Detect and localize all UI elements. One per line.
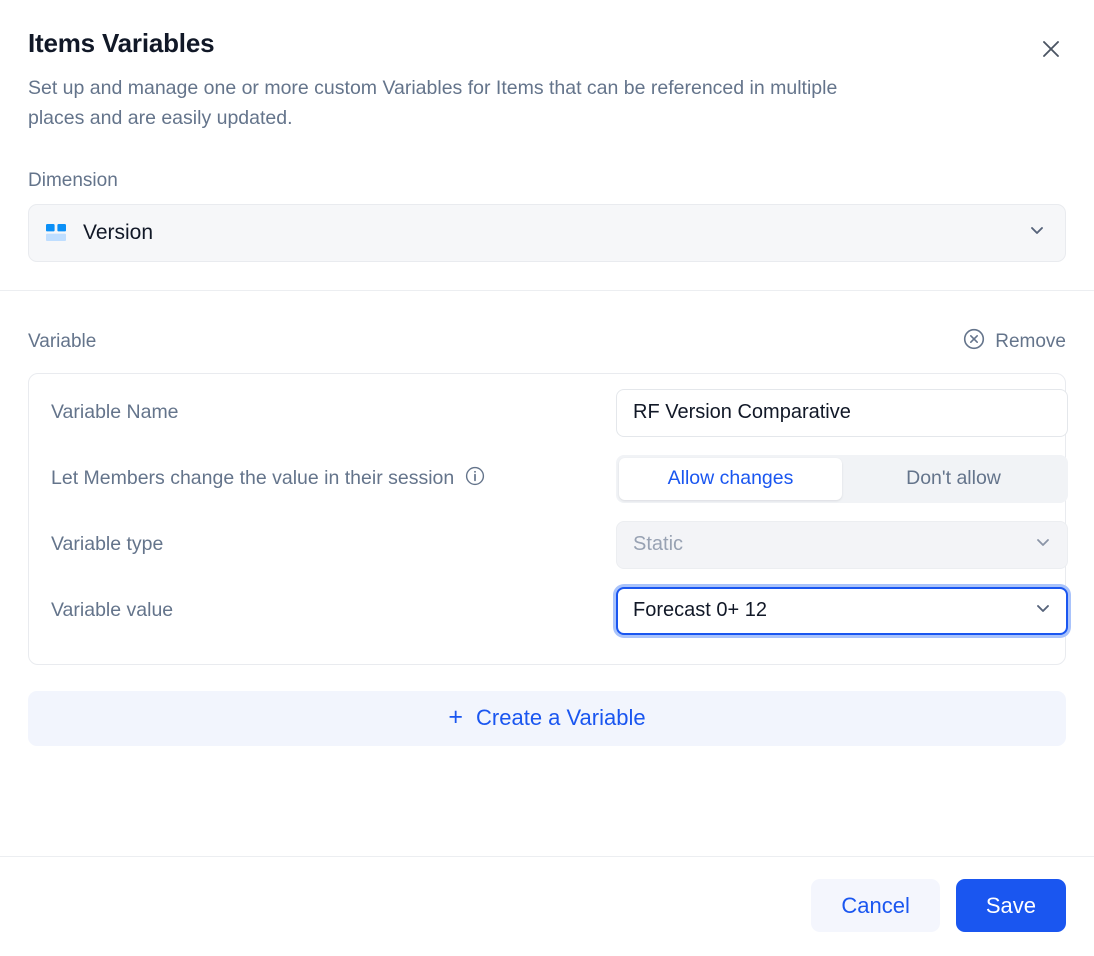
chevron-down-icon	[1033, 598, 1053, 623]
segment-dont-allow[interactable]: Don't allow	[842, 458, 1065, 500]
row-allow-changes: Let Members change the value in their se…	[51, 446, 1068, 512]
segment-allow-changes[interactable]: Allow changes	[619, 457, 842, 500]
create-variable-label: Create a Variable	[476, 705, 646, 731]
modal-header: Items Variables Set up and manage one or…	[0, 0, 1094, 134]
dimension-label: Dimension	[28, 169, 118, 191]
variable-value-label: Variable value	[51, 599, 174, 622]
cancel-button[interactable]: Cancel	[811, 879, 940, 932]
close-button[interactable]	[1032, 30, 1070, 68]
chevron-down-icon	[1027, 220, 1047, 245]
remove-label: Remove	[995, 330, 1066, 352]
variable-section: Variable Remove Variable Name RF Version…	[0, 291, 1094, 665]
variable-name-label: Variable Name	[51, 401, 179, 424]
create-variable-wrap: + Create a Variable	[0, 665, 1094, 746]
allow-changes-segmented-control: Allow changes Don't allow	[616, 454, 1068, 503]
variable-type-label: Variable type	[51, 533, 164, 556]
dimension-grid-icon	[45, 222, 67, 244]
info-circle-icon[interactable]	[464, 465, 486, 493]
plus-icon: +	[448, 702, 464, 731]
variable-type-select[interactable]: Static	[616, 520, 1068, 569]
row-variable-value: Variable value Forecast 0+ 12	[51, 578, 1068, 644]
variable-name-input[interactable]	[616, 388, 1068, 437]
row-variable-name: Variable Name	[51, 380, 1068, 446]
dimension-section: Dimension Version	[0, 134, 1094, 290]
dimension-select[interactable]: Version	[28, 203, 1066, 262]
variable-card: Variable Name Let Members change the val…	[28, 372, 1068, 665]
allow-changes-label-text: Let Members change the value in their se…	[51, 467, 455, 490]
variable-value-select[interactable]: Forecast 0+ 12	[616, 586, 1068, 635]
allow-changes-label: Let Members change the value in their se…	[51, 465, 616, 493]
circle-x-icon	[962, 327, 986, 357]
create-variable-button[interactable]: + Create a Variable	[28, 690, 1066, 746]
variable-type-value: Static	[633, 533, 684, 556]
row-variable-type: Variable type Static	[51, 512, 1068, 578]
modal-footer: Cancel Save	[0, 857, 1094, 956]
save-button[interactable]: Save	[955, 879, 1066, 932]
variable-value-value: Forecast 0+ 12	[633, 599, 767, 622]
items-variables-modal: Items Variables Set up and manage one or…	[0, 0, 1094, 956]
variable-section-label: Variable	[28, 330, 97, 352]
close-icon	[1039, 37, 1063, 61]
chevron-down-icon	[1033, 532, 1053, 557]
remove-variable-button[interactable]: Remove	[962, 325, 1066, 359]
dimension-value: Version	[83, 220, 154, 244]
modal-subtitle: Set up and manage one or more custom Var…	[28, 77, 838, 130]
variable-header-row: Variable Remove	[28, 325, 1066, 359]
page-title: Items Variables	[28, 28, 215, 58]
